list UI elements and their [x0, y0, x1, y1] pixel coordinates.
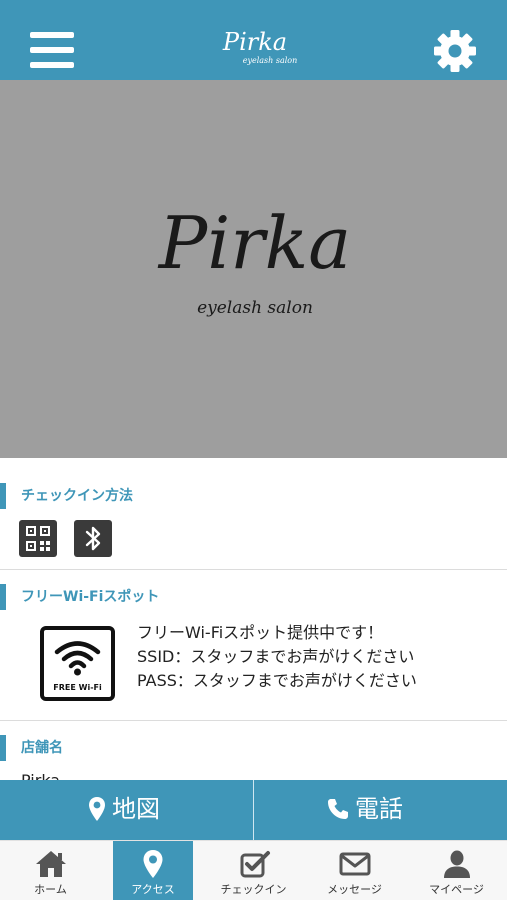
menu-button[interactable]	[30, 32, 74, 70]
header-brand-sub: eyelash salon	[242, 56, 298, 65]
tab-message[interactable]: メッセージ	[304, 841, 405, 900]
tab-label: チェックイン	[220, 883, 287, 896]
home-icon	[36, 851, 66, 877]
gear-icon	[434, 30, 476, 72]
tab-label: アクセス	[131, 883, 175, 896]
free-wifi-label: FREE Wi-Fi	[53, 683, 102, 692]
menu-icon-bar	[30, 62, 74, 68]
header-logo: Pirka eyelash salon	[200, 28, 310, 74]
bluetooth-icon	[74, 520, 112, 557]
tab-checkin[interactable]: チェックイン	[203, 841, 304, 900]
section-title: チェックイン方法	[21, 488, 133, 504]
checkin-icon	[240, 851, 270, 878]
section-title: フリーWi-Fiスポット	[21, 589, 160, 605]
app-header: Pirka eyelash salon	[0, 0, 507, 80]
wifi-info-line: フリーWi-Fiスポット提供中です！	[137, 623, 384, 642]
hero-logo-subtext: eyelash salon	[197, 298, 313, 318]
section-accent-bar	[0, 735, 6, 761]
user-icon	[444, 850, 470, 878]
envelope-icon	[339, 852, 371, 876]
tab-bar: ホーム アクセス チェックイン メッセージ マイページ	[0, 840, 507, 900]
tab-access[interactable]: アクセス	[113, 841, 193, 900]
settings-button[interactable]	[432, 28, 478, 74]
section-heading-wifi: フリーWi-Fiスポット	[0, 584, 507, 610]
section-divider	[0, 569, 507, 570]
phone-button-label: 電話	[355, 795, 403, 823]
section-divider	[0, 720, 507, 721]
section-title: 店舗名	[21, 740, 63, 756]
qr-code-icon	[19, 520, 57, 557]
tab-label: マイページ	[429, 883, 484, 896]
section-heading-checkin: チェックイン方法	[0, 483, 507, 509]
section-accent-bar	[0, 483, 6, 509]
tab-mypage[interactable]: マイページ	[406, 841, 507, 900]
tab-home[interactable]: ホーム	[0, 841, 101, 900]
section-heading-store: 店舗名	[0, 735, 507, 761]
hero-logo-text: Pirka	[158, 201, 352, 285]
phone-icon	[328, 799, 348, 819]
map-pin-icon	[89, 797, 105, 821]
action-bar: 地図 電話	[0, 780, 507, 840]
map-button[interactable]: 地図	[0, 780, 253, 840]
tab-label: ホーム	[34, 883, 67, 896]
section-accent-bar	[0, 584, 6, 610]
wifi-icon	[54, 641, 101, 676]
header-brand: Pirka	[222, 28, 288, 56]
tab-label: メッセージ	[327, 883, 382, 896]
menu-icon-bar	[30, 32, 74, 38]
map-button-label: 地図	[112, 795, 160, 823]
wifi-ssid-line: SSID：スタッフまでお声がけください	[137, 647, 415, 666]
phone-button[interactable]: 電話	[254, 780, 507, 840]
hero-banner: Pirka eyelash salon	[0, 80, 507, 458]
menu-icon-bar	[30, 47, 74, 53]
map-pin-icon	[143, 850, 163, 878]
wifi-pass-line: PASS：スタッフまでお声がけください	[137, 671, 417, 690]
free-wifi-sign: FREE Wi-Fi	[40, 626, 115, 701]
